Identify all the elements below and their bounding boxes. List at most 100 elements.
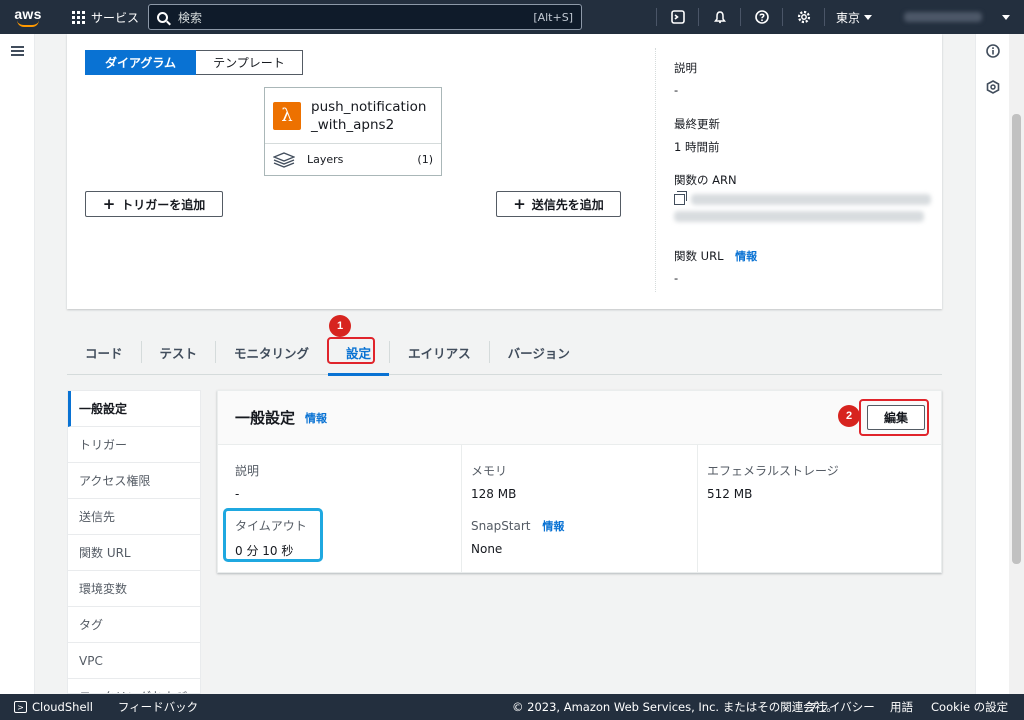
tab-code[interactable]: コード (67, 341, 142, 363)
region-label: 東京 (836, 10, 861, 25)
function-url-info-link[interactable]: 情報 (735, 250, 757, 263)
info-icon[interactable] (986, 44, 1000, 58)
search-input[interactable]: 検索 [Alt+S] (148, 4, 582, 30)
snapstart-field-value: None (471, 542, 503, 556)
cloudshell-label: CloudShell (32, 700, 93, 714)
sidenav-item-permissions[interactable]: アクセス権限 (68, 463, 200, 499)
region-selector[interactable]: 東京 (826, 0, 882, 34)
terms-link[interactable]: 用語 (890, 699, 913, 715)
annotation-highlight-configuration-tab (327, 337, 375, 364)
layers-row[interactable]: Layers (1) (265, 144, 441, 175)
cloudshell-nav-button[interactable] (657, 0, 698, 34)
arn-value-redacted-line2 (674, 211, 924, 222)
aws-logo[interactable]: aws (0, 0, 56, 34)
sidenav-item-general[interactable]: 一般設定 (68, 391, 200, 427)
cookie-settings-link[interactable]: Cookie の設定 (931, 699, 1008, 715)
help-icon (754, 10, 769, 24)
feedback-link[interactable]: フィードバック (118, 699, 198, 715)
top-navigation: aws サービス 検索 [Alt+S] 東京 (0, 0, 1024, 34)
search-shortcut: [Alt+S] (533, 10, 573, 24)
sidenav-item-function-url[interactable]: 関数 URL (68, 535, 200, 571)
snapstart-field: SnapStart 情報 None (471, 518, 564, 556)
tab-template[interactable]: テンプレート (196, 50, 303, 75)
settings-button[interactable] (783, 0, 824, 34)
function-name: push_notification_with_apns2 (311, 98, 427, 133)
plus-icon: + (102, 195, 116, 213)
menu-icon[interactable] (11, 46, 24, 56)
snapstart-info-link[interactable]: 情報 (542, 520, 564, 533)
tab-diagram[interactable]: ダイアグラム (85, 50, 196, 75)
last-modified-meta: 最終更新 1 時間前 (674, 116, 720, 155)
snapstart-label-row: SnapStart 情報 (471, 518, 564, 534)
notifications-button[interactable] (699, 0, 740, 34)
copyright-text: © 2023, Amazon Web Services, Inc. またはその関… (512, 700, 838, 714)
account-menu[interactable] (892, 0, 1024, 34)
divider (655, 48, 656, 292)
general-settings-column-3: エフェメラルストレージ 512 MB (697, 445, 941, 573)
services-label: サービス (91, 10, 140, 25)
function-card[interactable]: λ push_notification_with_apns2 Layers (1… (264, 87, 442, 176)
sidenav-item-tags[interactable]: タグ (68, 607, 200, 643)
memory-field-value: 128 MB (471, 487, 517, 501)
snapstart-field-label: SnapStart (471, 519, 531, 533)
description-field: 説明 - (235, 462, 259, 501)
add-trigger-button[interactable]: + トリガーを追加 (85, 191, 223, 217)
annotation-highlight-timeout (223, 508, 323, 562)
add-trigger-label: トリガーを追加 (121, 197, 206, 212)
scrollbar-thumb[interactable] (1012, 114, 1021, 564)
nav-icons (656, 0, 825, 34)
view-toggle: ダイアグラム テンプレート (85, 50, 303, 75)
search-placeholder: 検索 (178, 10, 203, 25)
ephemeral-storage-field: エフェメラルストレージ 512 MB (707, 462, 839, 501)
sidenav-item-destinations[interactable]: 送信先 (68, 499, 200, 535)
annotation-highlight-edit-button (859, 399, 929, 436)
sidenav-item-environment-variables[interactable]: 環境変数 (68, 571, 200, 607)
annotation-badge-1: 1 (329, 315, 351, 337)
description-field-value: - (235, 487, 240, 501)
tab-test[interactable]: テスト (142, 341, 217, 363)
services-menu[interactable]: サービス (72, 9, 139, 26)
general-settings-header: 一般設定 情報 (218, 391, 941, 445)
cloudshell-button[interactable]: > CloudShell (14, 700, 93, 714)
configuration-sidenav: 一般設定 トリガー アクセス権限 送信先 関数 URL 環境変数 タグ VPC … (67, 390, 201, 694)
nav-separator (824, 8, 825, 26)
function-url-label: 関数 URL (674, 249, 724, 263)
general-settings-column-2: メモリ 128 MB SnapStart 情報 None (461, 445, 697, 573)
arn-meta: 関数の ARN (674, 172, 931, 222)
function-tabs: コード テスト モニタリング 設定 エイリアス バージョン (67, 330, 942, 376)
general-settings-info-link[interactable]: 情報 (305, 410, 327, 426)
memory-field: メモリ 128 MB (471, 462, 516, 501)
arn-value-redacted (691, 194, 931, 205)
function-url-meta: 関数 URL 情報 - (674, 248, 757, 285)
annotation-badge-2: 2 (838, 405, 860, 427)
ephemeral-storage-label: エフェメラルストレージ (707, 464, 839, 478)
account-name-redacted (904, 12, 982, 22)
copy-icon[interactable] (674, 191, 687, 205)
sidenav-item-vpc[interactable]: VPC (68, 643, 200, 679)
add-destination-button[interactable]: + 送信先を追加 (496, 191, 621, 217)
lambda-icon: λ (273, 101, 301, 130)
memory-field-label: メモリ (471, 464, 508, 478)
help-button[interactable] (741, 0, 782, 34)
tab-versions[interactable]: バージョン (490, 341, 588, 363)
general-settings-title: 一般設定 (235, 409, 296, 427)
ephemeral-storage-value: 512 MB (707, 487, 753, 501)
tab-aliases[interactable]: エイリアス (390, 341, 490, 363)
sidenav-item-monitoring[interactable]: モニタリングおよび (68, 679, 200, 693)
general-settings-container: 一般設定 情報 編集 説明 - タイムアウト 0 分 10 秒 メモリ 128 … (217, 390, 942, 573)
tab-monitoring[interactable]: モニタリング (216, 341, 329, 363)
page-scrollbar[interactable] (1009, 34, 1024, 694)
function-overview-panel: ダイアグラム テンプレート λ push_notification_with_a… (67, 34, 942, 309)
layers-icon (273, 151, 295, 168)
layers-label: Layers (307, 153, 344, 166)
chevron-down-icon (1002, 14, 1010, 20)
gear-icon (797, 10, 810, 24)
left-rail (0, 34, 35, 694)
privacy-link[interactable]: プライバシー (806, 699, 875, 715)
add-destination-label: 送信先を追加 (531, 197, 604, 212)
grid-icon (72, 10, 85, 24)
sidenav-item-triggers[interactable]: トリガー (68, 427, 200, 463)
hexagon-icon[interactable] (986, 80, 1000, 94)
description-value: - (674, 83, 679, 97)
last-modified-label: 最終更新 (674, 117, 720, 131)
